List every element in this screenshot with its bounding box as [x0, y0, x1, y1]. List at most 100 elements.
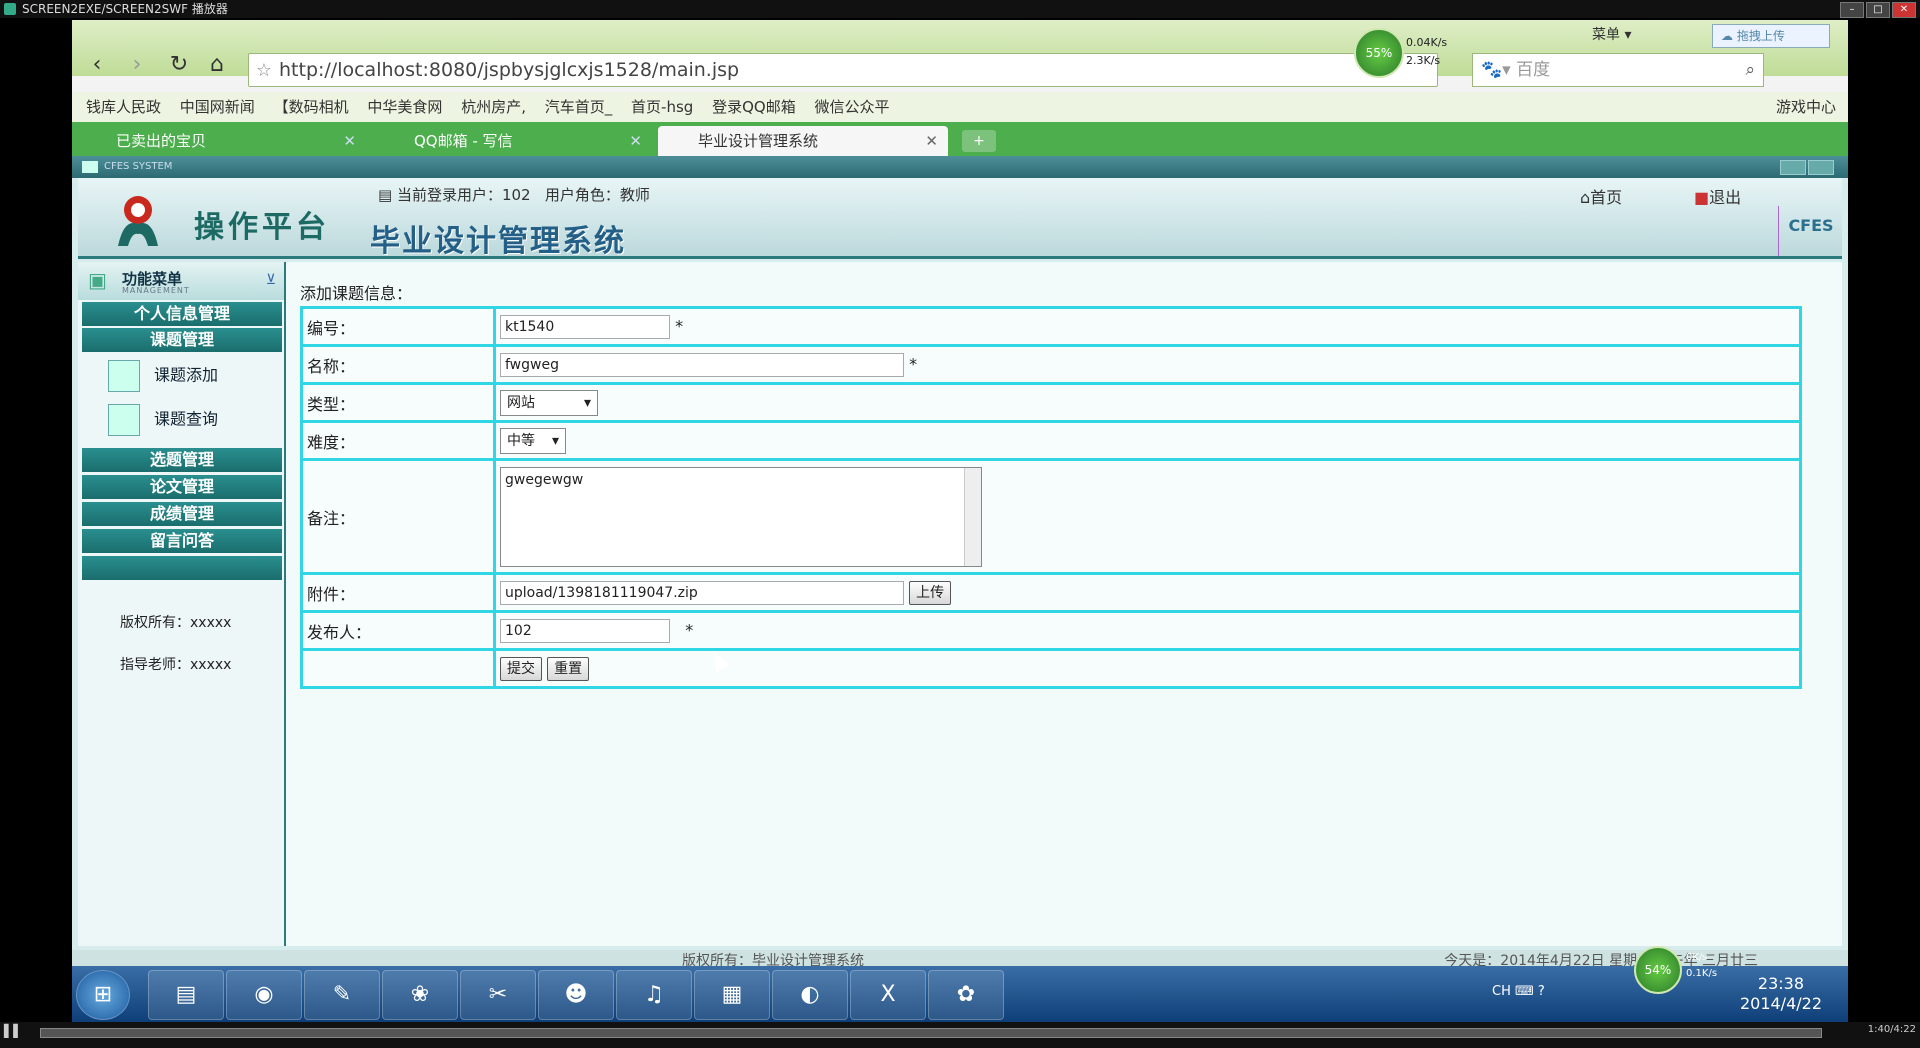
home-icon[interactable]: ⌂ — [202, 52, 232, 77]
window-controls: – □ ✕ — [1840, 2, 1916, 18]
recorder-icon[interactable]: ☻ — [538, 970, 614, 1020]
bookmark-item[interactable]: 汽车首页_ — [545, 98, 613, 116]
difficulty-label: 难度： — [300, 420, 496, 461]
tab-graduation-system[interactable]: 毕业设计管理系统 ✕ — [658, 126, 948, 156]
close-tab-icon[interactable]: ✕ — [925, 126, 938, 156]
cloud-icon: ☁ — [1721, 29, 1733, 43]
required-mark: * — [675, 316, 684, 335]
bookmarks-bar: 钱库人民政 中国网新闻 【数码相机 中华美食网 杭州房产, 汽车首页_ 首页-h… — [72, 92, 1848, 122]
type-select[interactable]: 网站 ▾ — [500, 389, 598, 416]
search-input[interactable]: 🐾▾ 百度 ⌕ — [1472, 53, 1764, 87]
bookmark-item-games[interactable]: 游戏中心 — [1776, 92, 1836, 122]
misc-app-icon[interactable]: ✿ — [928, 970, 1004, 1020]
logout-label: 退出 — [1709, 188, 1742, 207]
clock[interactable]: 23:38 2014/4/22 — [1740, 974, 1822, 1014]
bookmark-item[interactable]: 【数码相机 — [274, 98, 349, 116]
bookmark-item[interactable]: 中华美食网 — [367, 98, 442, 116]
required-mark: * — [685, 620, 694, 639]
id-label: 编号： — [300, 306, 496, 347]
tab-label: 已卖出的宝贝 — [116, 132, 207, 150]
bookmark-item[interactable]: 登录QQ邮箱 — [712, 98, 796, 116]
tools-icon[interactable]: ✂ — [460, 970, 536, 1020]
sidebar-item-personal-info[interactable]: 个人信息管理 — [82, 302, 282, 326]
sidebar-item-selection[interactable]: 选题管理 — [82, 448, 282, 472]
bookmark-item[interactable]: 钱库人民政 — [86, 98, 161, 116]
reset-button[interactable]: 重置 — [547, 656, 590, 681]
tab-sold-items[interactable]: 已卖出的宝贝 ✕ — [76, 126, 366, 156]
arrow-left-icon[interactable] — [1780, 160, 1806, 175]
upload-button[interactable]: 上传 — [909, 580, 952, 605]
subitem-label: 课题添加 — [154, 365, 219, 385]
sidebar-subitem-add-topic[interactable]: 课题添加 — [108, 360, 218, 392]
drag-upload-button[interactable]: ☁ 拖拽上传 — [1712, 24, 1830, 48]
house-icon: ⌂ — [1580, 188, 1591, 207]
tab-qq-mail[interactable]: QQ邮箱 - 写信 ✕ — [374, 126, 652, 156]
arrow-right-icon[interactable] — [1808, 160, 1834, 175]
attachment-input[interactable]: upload/1398181119047.zip — [500, 580, 904, 605]
close-tab-icon[interactable]: ✕ — [629, 126, 642, 156]
browser-icon[interactable]: ◉ — [226, 970, 302, 1020]
start-button[interactable]: ⊞ — [76, 970, 130, 1020]
sidebar-item-grades[interactable]: 成绩管理 — [82, 502, 282, 526]
toolbox-icon[interactable]: ▦ — [694, 970, 770, 1020]
back-icon[interactable]: ‹ — [82, 52, 112, 77]
remark-textarea[interactable]: gwegewgw — [500, 466, 982, 567]
excel-icon[interactable]: X — [850, 970, 926, 1020]
bookmark-item[interactable]: 首页-hsg — [631, 98, 693, 116]
bookmark-item[interactable]: 杭州房产, — [461, 98, 526, 116]
form-title: 添加课题信息： — [300, 284, 413, 303]
browser-menu[interactable]: 菜单 ▾ — [1592, 24, 1631, 44]
media-icon[interactable]: ♫ — [616, 970, 692, 1020]
sidebar-header: ▣ 功能菜单 MANAGEMENT ⊻ — [78, 262, 284, 300]
current-user: 当前登录用户：102 — [396, 186, 531, 204]
language-indicator[interactable]: CH — [1492, 984, 1511, 999]
bookmark-item[interactable]: 微信公众平 — [815, 98, 890, 116]
player-app-icon — [4, 3, 16, 15]
sidebar-subitem-query-topic[interactable]: 课题查询 — [108, 404, 218, 436]
explorer-icon[interactable]: ▤ — [148, 970, 224, 1020]
maximize-icon[interactable]: □ — [1866, 2, 1890, 18]
submit-button[interactable]: 提交 — [500, 656, 542, 681]
bookmark-item[interactable]: 中国网新闻 — [180, 98, 255, 116]
difficulty-select[interactable]: 中等 ▾ — [500, 427, 566, 454]
app-icon[interactable]: ❀ — [382, 970, 458, 1020]
address-bar[interactable]: ☆ http://localhost:8080/jspbysjglcxjs1528… — [248, 53, 1438, 87]
dropdown-icon: ▾ — [583, 394, 591, 411]
web-page: CFES SYSTEM 操作平台 ▤ 当前登录用户：102 用户角色：教师 毕业… — [72, 156, 1848, 972]
player-controls: ▌▌ 1:40/4:22 — [0, 1022, 1920, 1048]
remark-label: 备注： — [300, 458, 496, 575]
collapse-icon[interactable]: ⊻ — [266, 272, 276, 288]
minimize-icon[interactable]: – — [1840, 2, 1864, 18]
publisher-input[interactable]: 102 — [500, 618, 670, 643]
logout-link[interactable]: ■退出 — [1694, 184, 1741, 208]
refresh-icon[interactable]: ↻ — [164, 52, 194, 77]
sidebar-item-topic-management[interactable]: 课题管理 — [82, 328, 282, 352]
star-icon[interactable]: ☆ — [249, 55, 279, 87]
eclipse-icon[interactable]: ◐ — [772, 970, 848, 1020]
sidebar-copyright: 版权所有：xxxxx — [120, 615, 232, 631]
keyboard-icon[interactable]: ⌨ — [1515, 984, 1534, 999]
empty-cell — [300, 648, 496, 689]
search-icon[interactable]: ⌕ — [1745, 54, 1755, 86]
taskbar-speed-down: 0.1K/s — [1686, 968, 1718, 979]
close-tab-icon[interactable]: ✕ — [343, 126, 356, 156]
query-topic-icon — [108, 404, 140, 436]
textarea-scrollbar[interactable] — [964, 467, 981, 566]
new-tab-button[interactable]: + — [962, 130, 996, 152]
drag-upload-label: 拖拽上传 — [1736, 29, 1785, 43]
speed-percent: 55% — [1354, 28, 1404, 78]
pause-icon[interactable]: ▌▌ — [4, 1024, 22, 1038]
system-label: CFES SYSTEM — [104, 161, 173, 172]
id-input[interactable]: kt1540 — [500, 314, 670, 339]
sidebar-item-messages[interactable]: 留言问答 — [82, 529, 282, 553]
name-input[interactable]: fwgweg — [500, 352, 904, 377]
user-role: 用户角色：教师 — [544, 186, 650, 204]
close-icon[interactable]: ✕ — [1892, 2, 1916, 18]
sidebar-item-thesis[interactable]: 论文管理 — [82, 475, 282, 499]
speed-down: 2.3K/s — [1406, 54, 1441, 67]
home-link[interactable]: ⌂首页 — [1580, 184, 1622, 208]
seek-bar[interactable] — [40, 1028, 1822, 1038]
help-icon[interactable]: ? — [1538, 984, 1545, 999]
forward-icon[interactable]: › — [122, 52, 152, 77]
paint-icon[interactable]: ✎ — [304, 970, 380, 1020]
